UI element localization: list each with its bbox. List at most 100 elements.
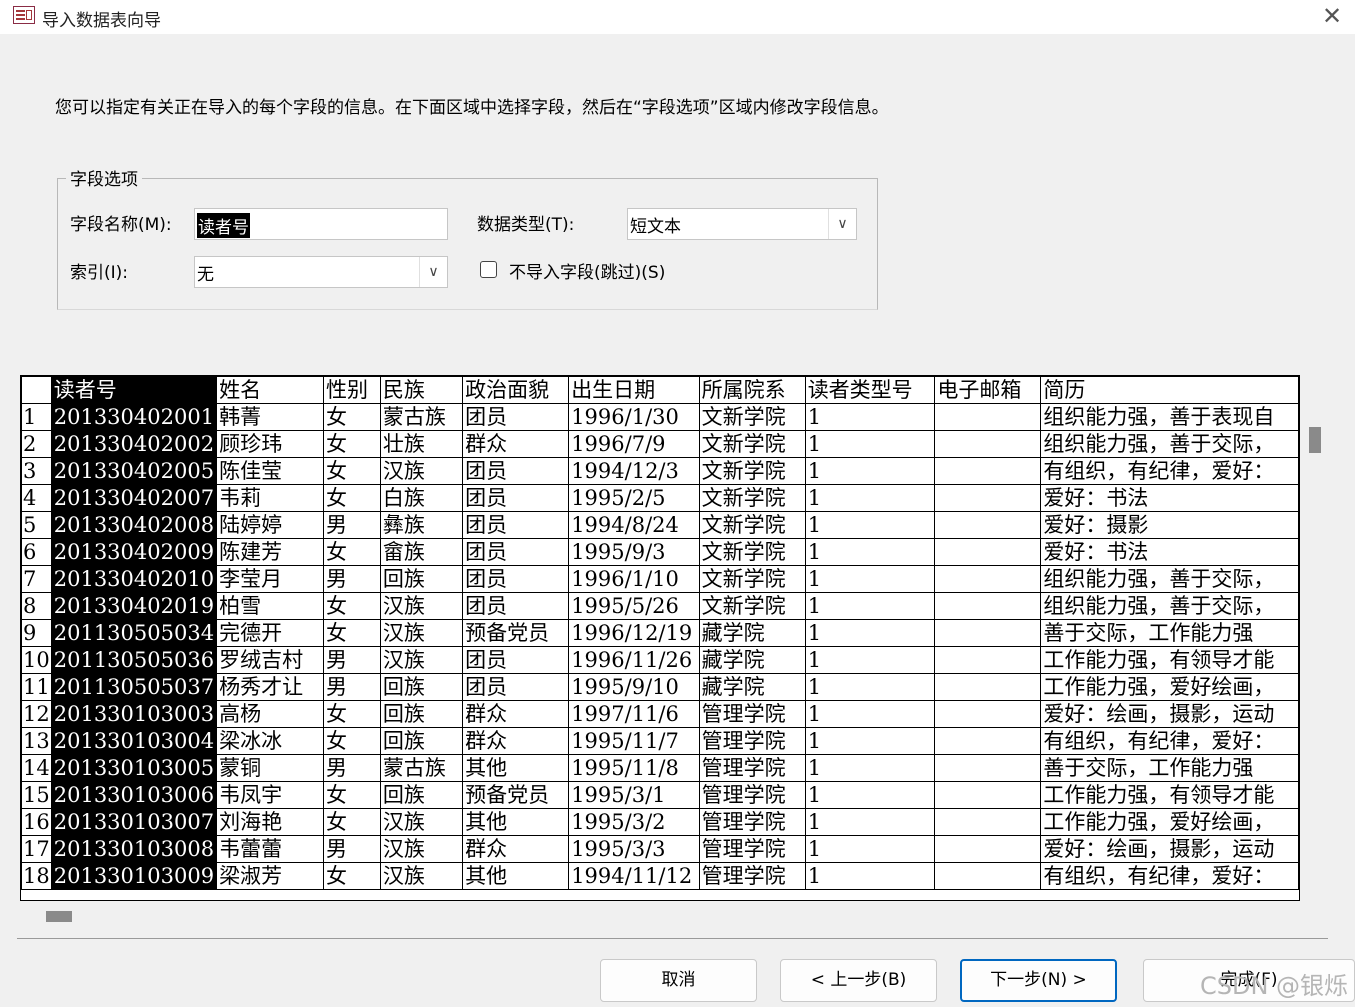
table-cell: 1994/11/12 bbox=[568, 862, 700, 890]
table-row[interactable]: 14 201330103005 蒙铜男蒙古族 其他 1995/11/8 管理学院 1 善于交际… bbox=[21, 754, 1299, 782]
vertical-scrollbar-thumb[interactable] bbox=[1309, 427, 1321, 453]
table-cell: 工作能力强，有领导才能 bbox=[1040, 646, 1299, 674]
table-cell bbox=[934, 538, 1042, 566]
column-header[interactable]: 电子邮箱 bbox=[934, 376, 1042, 404]
table-row[interactable]: 6 201330402009 陈建芳女畲族 团员 1995/9/3 文新学院 1 爱好：书法 bbox=[21, 538, 1299, 566]
column-header[interactable]: 读者号 bbox=[50, 376, 218, 404]
column-header[interactable]: 简历 bbox=[1040, 376, 1299, 404]
table-cell bbox=[934, 619, 1042, 647]
table-cell: 陈建芳 bbox=[216, 538, 324, 566]
data-type-select[interactable]: 短文本 ∨ bbox=[627, 208, 857, 240]
cancel-button[interactable]: 取消 bbox=[600, 959, 757, 1002]
table-row[interactable]: 16 201330103007 刘海艳女汉族 其他 1995/3/2 管理学院 1 工作能力强… bbox=[21, 808, 1299, 836]
column-header[interactable]: 性别 bbox=[323, 376, 381, 404]
skip-field-checkbox[interactable] bbox=[480, 261, 497, 278]
table-cell: 管理学院 bbox=[698, 781, 806, 809]
table-row[interactable]: 18 201330103009 梁淑芳女汉族 其他 1994/11/12 管理学院 1 有组织… bbox=[21, 862, 1299, 890]
table-cell: 预备党员 bbox=[462, 781, 570, 809]
index-value: 无 bbox=[197, 265, 214, 285]
table-cell: 团员 bbox=[462, 484, 570, 512]
table-cell: 1 bbox=[804, 835, 936, 863]
table-cell: 1 bbox=[804, 619, 936, 647]
row-number: 11 bbox=[21, 673, 52, 701]
chevron-down-icon[interactable]: ∨ bbox=[419, 257, 447, 287]
table-cell: 1995/11/7 bbox=[568, 727, 700, 755]
table-cell: 1996/7/9 bbox=[568, 430, 700, 458]
data-type-value: 短文本 bbox=[630, 217, 681, 237]
table-cell: 团员 bbox=[462, 403, 570, 431]
row-number: 17 bbox=[21, 835, 52, 863]
field-name-label: 字段名称(M): bbox=[70, 215, 172, 235]
table-cell: 善于交际，工作能力强 bbox=[1040, 619, 1299, 647]
table-cell: 女 bbox=[323, 781, 381, 809]
table-cell: 文新学院 bbox=[698, 511, 806, 539]
close-icon[interactable]: ✕ bbox=[1316, 1, 1348, 31]
table-cell: 女 bbox=[323, 700, 381, 728]
horizontal-scrollbar-thumb[interactable] bbox=[46, 911, 72, 922]
table-cell: 有组织，有纪律，爱好： bbox=[1040, 862, 1299, 890]
table-row[interactable]: 7 201330402010 李莹月男回族 团员 1996/1/10 文新学院 1 组织能力强… bbox=[21, 565, 1299, 593]
table-cell: 文新学院 bbox=[698, 592, 806, 620]
column-header[interactable]: 民族 bbox=[379, 376, 464, 404]
back-button[interactable]: < 上一步(B) bbox=[780, 959, 937, 1002]
table-cell: 回族 bbox=[379, 781, 464, 809]
column-header[interactable]: 姓名 bbox=[216, 376, 324, 404]
table-cell: 团员 bbox=[462, 457, 570, 485]
table-row[interactable]: 11 201130505037 杨秀才让男回族 团员 1995/9/10 藏学院 1 工作能力… bbox=[21, 673, 1299, 701]
table-cell: 1 bbox=[804, 700, 936, 728]
table-cell: 回族 bbox=[379, 673, 464, 701]
table-cell: 汉族 bbox=[379, 592, 464, 620]
table-row[interactable]: 1 201330402001 韩菁女蒙古族 团员 1996/1/30 文新学院 1 组织能力强… bbox=[21, 403, 1299, 431]
table-cell: 201130505036 bbox=[50, 646, 218, 674]
table-row[interactable]: 13 201330103004 梁冰冰女回族 群众 1995/11/7 管理学院 1 有组织，… bbox=[21, 727, 1299, 755]
column-header[interactable]: 所属院系 bbox=[698, 376, 806, 404]
table-cell bbox=[934, 430, 1042, 458]
table-cell: 201330402009 bbox=[50, 538, 218, 566]
table-cell: 女 bbox=[323, 403, 381, 431]
table-cell: 1 bbox=[804, 808, 936, 836]
table-row[interactable]: 9 201130505034 完德开女汉族 预备党员 1996/12/19 藏学院 1 善于交… bbox=[21, 619, 1299, 647]
table-row[interactable]: 8 201330402019 柏雪女汉族 团员 1995/5/26 文新学院 1 组织能力强，… bbox=[21, 592, 1299, 620]
table-cell: 组织能力强，善于表现自 bbox=[1040, 403, 1299, 431]
table-cell: 汉族 bbox=[379, 808, 464, 836]
table-row[interactable]: 10 201130505036 罗绒吉村男汉族 团员 1996/11/26 藏学院 1 工作能… bbox=[21, 646, 1299, 674]
table-row[interactable]: 17 201330103008 韦蕾蕾男汉族 群众 1995/3/3 管理学院 1 爱好：绘画… bbox=[21, 835, 1299, 863]
table-cell: 男 bbox=[323, 673, 381, 701]
instruction-text: 您可以指定有关正在导入的每个字段的信息。在下面区域中选择字段，然后在“字段选项”… bbox=[55, 98, 889, 118]
column-header[interactable]: 出生日期 bbox=[568, 376, 700, 404]
table-cell: 群众 bbox=[462, 835, 570, 863]
table-cell: 藏学院 bbox=[698, 673, 806, 701]
table-cell: 文新学院 bbox=[698, 403, 806, 431]
table-cell: 1995/9/10 bbox=[568, 673, 700, 701]
column-header[interactable]: 读者类型号 bbox=[804, 376, 936, 404]
table-cell: 201330103006 bbox=[50, 781, 218, 809]
table-cell: 201330402007 bbox=[50, 484, 218, 512]
chevron-down-icon[interactable]: ∨ bbox=[828, 209, 856, 239]
row-number: 5 bbox=[21, 511, 52, 539]
table-cell: 女 bbox=[323, 457, 381, 485]
row-number-header bbox=[21, 376, 52, 404]
field-name-input[interactable]: 读者号 bbox=[194, 208, 448, 240]
data-preview-grid[interactable]: 读者号 姓名 性别 民族 政治面貌 出生日期 所属院系 读者类型号 电子邮箱 简历 1 201330… bbox=[20, 375, 1300, 901]
table-cell: 201330402008 bbox=[50, 511, 218, 539]
table-row[interactable]: 5 201330402008 陆婷婷男彝族 团员 1994/8/24 文新学院 1 爱好：摄影 bbox=[21, 511, 1299, 539]
table-row[interactable]: 3 201330402005 陈佳莹女汉族 团员 1994/12/3 文新学院 1 有组织，有… bbox=[21, 457, 1299, 485]
table-cell: 李莹月 bbox=[216, 565, 324, 593]
table-cell: 爱好：书法 bbox=[1040, 538, 1299, 566]
table-cell: 韦蕾蕾 bbox=[216, 835, 324, 863]
table-cell: 韦凤宇 bbox=[216, 781, 324, 809]
table-cell bbox=[934, 835, 1042, 863]
index-select[interactable]: 无 ∨ bbox=[194, 256, 448, 288]
next-button[interactable]: 下一步(N) > bbox=[960, 959, 1117, 1002]
table-cell: 201330402019 bbox=[50, 592, 218, 620]
table-cell: 201330103005 bbox=[50, 754, 218, 782]
table-row[interactable]: 2 201330402002 顾珍玮女壮族 群众 1996/7/9 文新学院 1 组织能力强，… bbox=[21, 430, 1299, 458]
table-cell: 藏学院 bbox=[698, 619, 806, 647]
skip-field-label[interactable]: 不导入字段(跳过)(S) bbox=[509, 258, 665, 283]
table-row[interactable]: 12 201330103003 高杨女回族 群众 1997/11/6 管理学院 1 爱好：绘画… bbox=[21, 700, 1299, 728]
table-cell: 爱好：绘画，摄影，运动 bbox=[1040, 700, 1299, 728]
column-header[interactable]: 政治面貌 bbox=[462, 376, 570, 404]
table-row[interactable]: 4 201330402007 韦莉女白族 团员 1995/2/5 文新学院 1 爱好：书法 bbox=[21, 484, 1299, 512]
table-row[interactable]: 15 201330103006 韦凤宇女回族 预备党员 1995/3/1 管理学院 1 工作能… bbox=[21, 781, 1299, 809]
table-cell: 男 bbox=[323, 511, 381, 539]
